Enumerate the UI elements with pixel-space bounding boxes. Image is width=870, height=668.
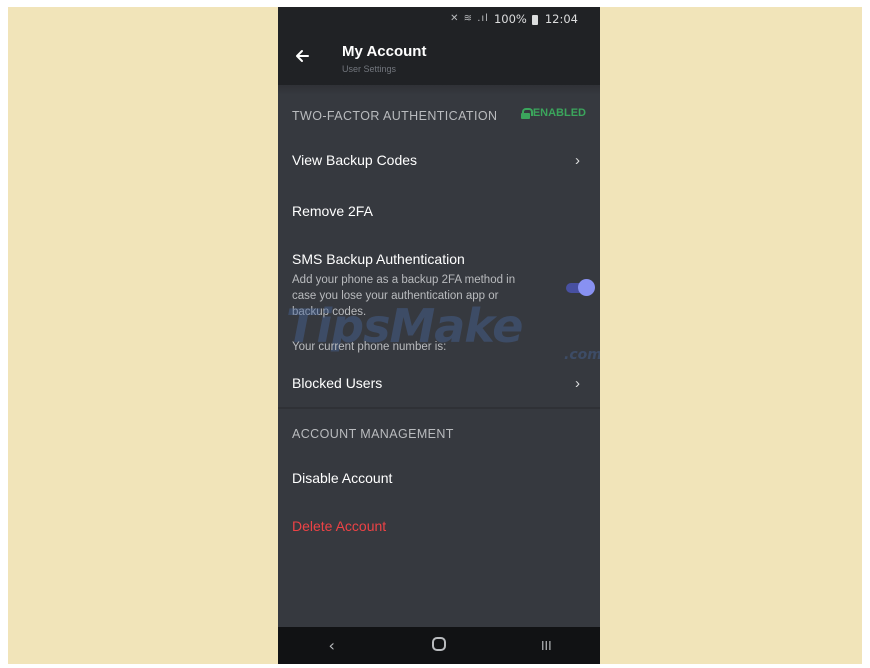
- two-factor-section-header: TWO-FACTOR AUTHENTICATION ENABLED: [292, 107, 586, 123]
- enabled-badge: ENABLED: [520, 107, 586, 119]
- account-management-section-header: ACCOUNT MANAGEMENT: [292, 425, 586, 441]
- clock: 12:04: [544, 11, 578, 26]
- page-title: My Account: [342, 43, 427, 60]
- arrow-left-icon[interactable]: [292, 46, 312, 66]
- battery-icon: [531, 14, 538, 25]
- remove-2fa-item[interactable]: Remove 2FA: [292, 203, 586, 223]
- delete-account-label: Delete Account: [292, 518, 387, 534]
- phone-screen: ✕ ≋ .ıl 100% 12:04 My Account User Setti…: [278, 7, 600, 664]
- app-header: My Account User Settings: [278, 30, 600, 85]
- enabled-label: ENABLED: [532, 107, 586, 119]
- phone-number-label: Your current phone number is:: [292, 341, 447, 353]
- view-backup-codes-item[interactable]: View Backup Codes ›: [292, 152, 586, 172]
- nav-home-icon[interactable]: [419, 636, 459, 655]
- view-backup-codes-label: View Backup Codes: [292, 152, 418, 168]
- page-subtitle: User Settings: [342, 64, 397, 74]
- disable-account-item[interactable]: Disable Account: [292, 470, 586, 490]
- battery-percent: 100%: [493, 11, 527, 26]
- nav-back-icon[interactable]: ‹: [312, 636, 352, 655]
- phone-number-row: Your current phone number is:: [292, 337, 586, 353]
- sms-backup-toggle[interactable]: [562, 277, 596, 299]
- section-title-account-management: ACCOUNT MANAGEMENT: [292, 427, 454, 441]
- android-nav-bar: ‹ III: [278, 627, 600, 664]
- signal-icons: ✕ ≋ .ıl: [450, 13, 489, 24]
- section-title-two-factor: TWO-FACTOR AUTHENTICATION: [292, 109, 498, 123]
- header-shadow: [278, 85, 600, 95]
- remove-2fa-label: Remove 2FA: [292, 203, 373, 219]
- chevron-right-icon: ›: [575, 375, 580, 392]
- status-bar: ✕ ≋ .ıl 100% 12:04: [278, 7, 600, 30]
- nav-recents-icon[interactable]: III: [526, 639, 566, 653]
- lock-icon: [520, 107, 533, 119]
- toggle-knob: [578, 279, 595, 296]
- sms-backup-title: SMS Backup Authentication: [292, 251, 465, 267]
- disable-account-label: Disable Account: [292, 470, 393, 486]
- delete-account-item[interactable]: Delete Account: [292, 518, 586, 538]
- section-divider: [278, 407, 600, 409]
- chevron-right-icon: ›: [575, 152, 580, 169]
- sms-backup-item[interactable]: SMS Backup Authentication: [292, 251, 586, 271]
- blocked-users-label: Blocked Users: [292, 375, 383, 391]
- blocked-users-item[interactable]: Blocked Users ›: [292, 375, 586, 395]
